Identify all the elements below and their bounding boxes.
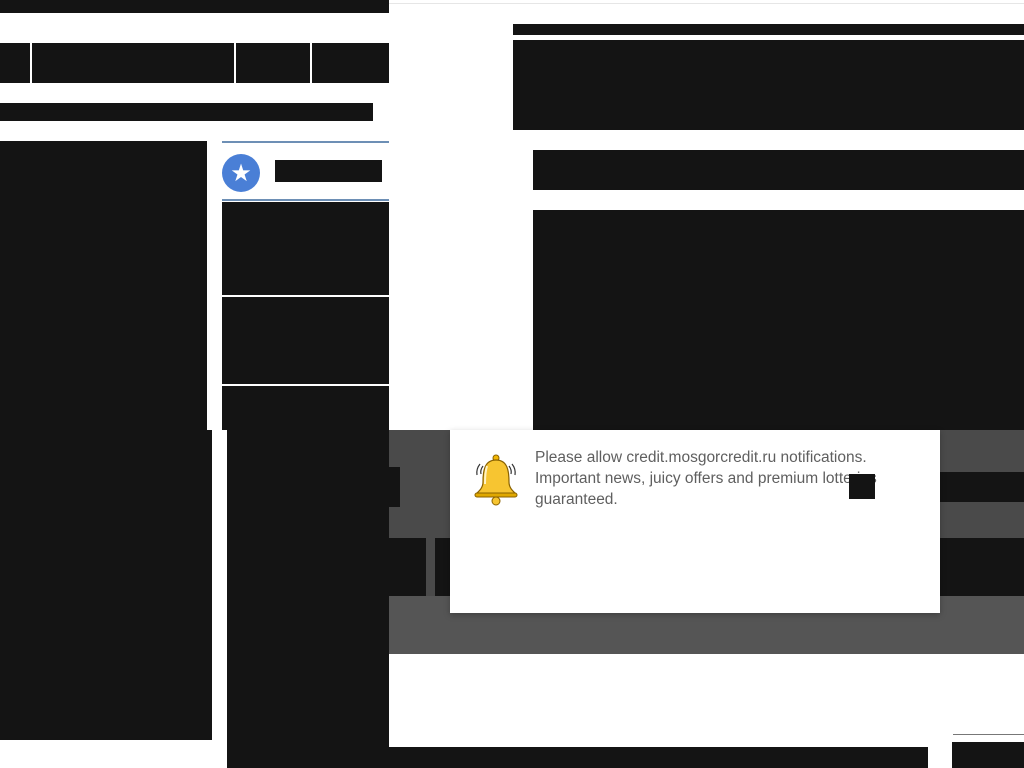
left-panel: ★: [0, 0, 389, 768]
star-icon: ★: [222, 154, 260, 192]
footer-right-rule: [953, 734, 1024, 735]
notification-line-3: guaranteed.: [535, 491, 618, 508]
footer-right-redacted: [952, 742, 1024, 768]
card-item-3-redacted[interactable]: [222, 386, 389, 430]
top-bar-redacted: [0, 0, 389, 13]
right-hero-redacted: [513, 40, 1024, 130]
nav-tab-1[interactable]: [0, 43, 30, 83]
right-top-rule: [389, 3, 1024, 4]
left-image-redacted: [0, 141, 207, 430]
headline-redacted: [0, 103, 373, 121]
nav-tab-3[interactable]: [236, 43, 310, 83]
footer-bar-redacted: [389, 747, 928, 768]
bell-icon: [474, 454, 518, 506]
card-title-redacted[interactable]: [275, 160, 382, 182]
notification-line-1: Please allow credit.mosgorcredit.ru noti…: [535, 449, 867, 466]
notification-close-redacted[interactable]: [849, 474, 875, 499]
band-tab-0[interactable]: [389, 538, 426, 596]
nav-tab-4[interactable]: [312, 43, 389, 83]
notification-message: Please allow credit.mosgorcredit.ru noti…: [535, 447, 895, 510]
left-image-lower-redacted: [0, 430, 212, 740]
notification-line-2: Important news, juicy offers and premium…: [535, 470, 877, 487]
notification-permission-prompt[interactable]: Please allow credit.mosgorcredit.ru noti…: [450, 430, 940, 613]
card-header-top-rule: [222, 141, 389, 143]
card-header-bottom-rule: [222, 199, 389, 201]
right-content-redacted: [533, 210, 1024, 430]
right-subheading-redacted: [533, 150, 1024, 190]
band-tab-6[interactable]: [929, 538, 1024, 596]
card-column-lower-redacted: [227, 430, 389, 768]
right-title-bar-redacted: [513, 24, 1024, 35]
band-left-block: [389, 467, 400, 507]
card-item-1-redacted[interactable]: [222, 202, 389, 295]
card-item-2-redacted[interactable]: [222, 297, 389, 384]
nav-tab-2[interactable]: [32, 43, 234, 83]
